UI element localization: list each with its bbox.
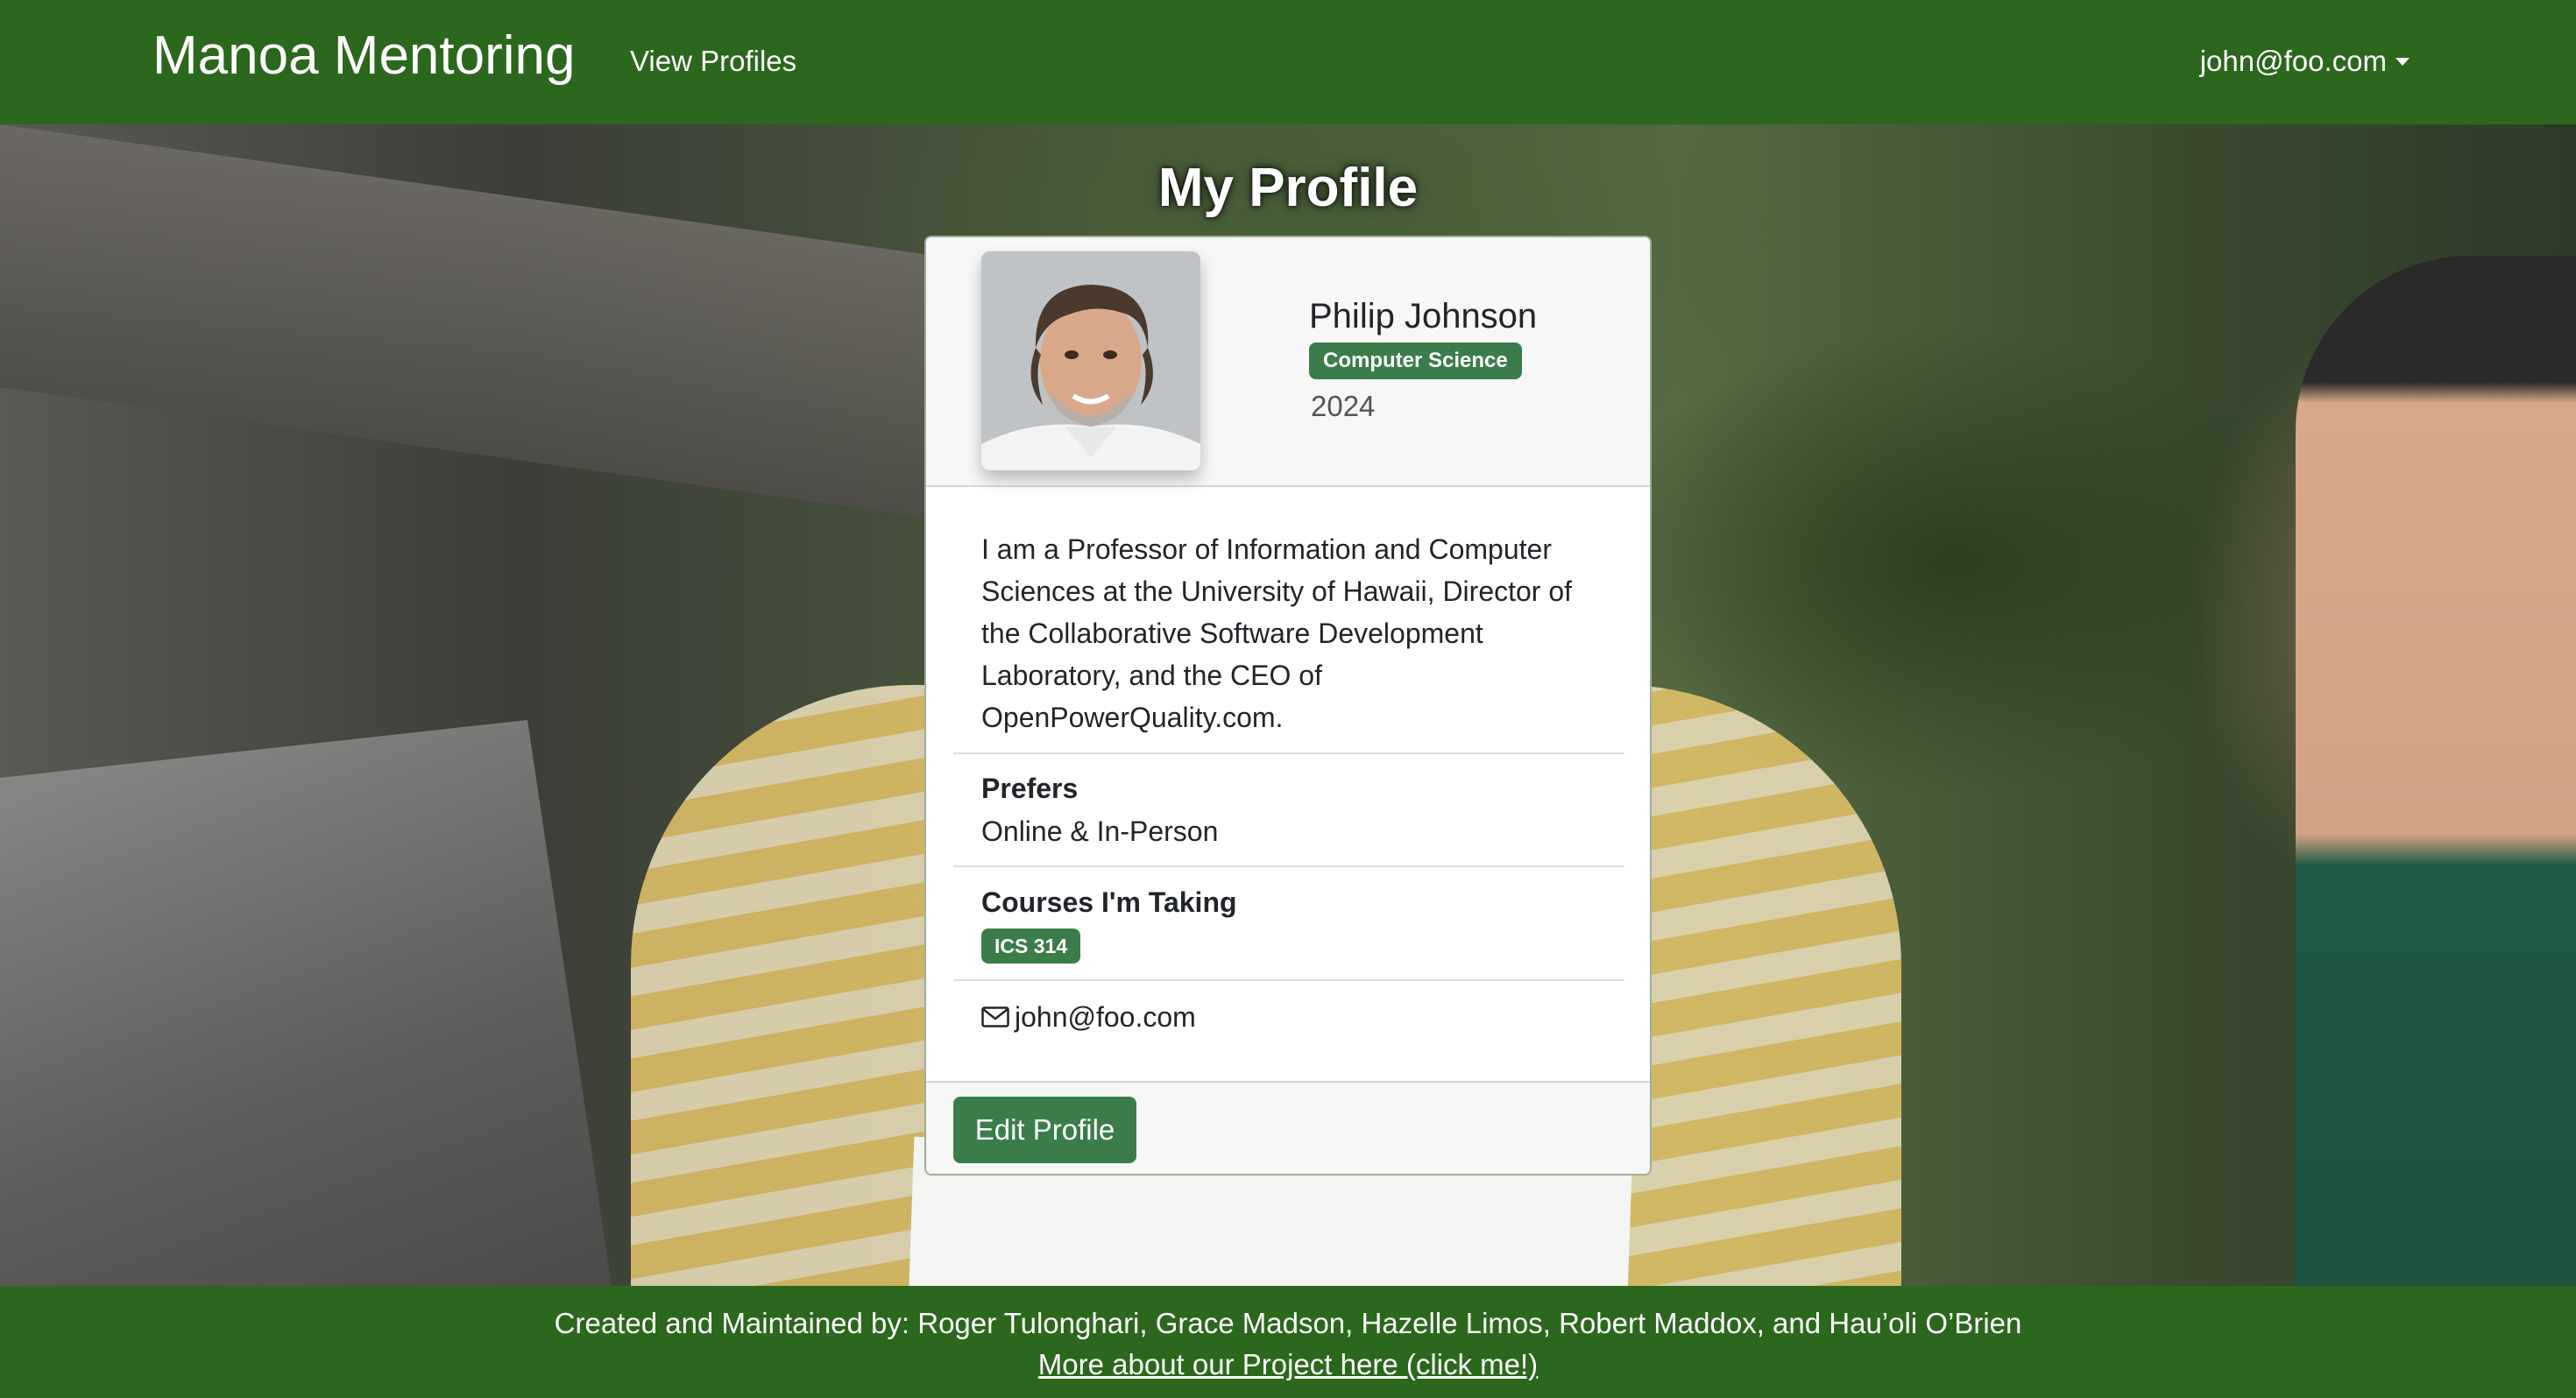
user-dropdown[interactable]: john@foo.com bbox=[2200, 42, 2410, 81]
background-laptop bbox=[0, 720, 613, 1286]
profile-email: john@foo.com bbox=[1015, 1001, 1196, 1033]
background-student-right bbox=[2296, 256, 2576, 1286]
profile-card: Philip Johnson Computer Science 2024 I a… bbox=[924, 236, 1652, 1176]
footer-credits: Created and Maintained by: Roger Tulongh… bbox=[554, 1307, 2022, 1339]
prefers-label: Prefers bbox=[981, 773, 1079, 804]
footer-project-link[interactable]: More about our Project here (click me!) bbox=[0, 1345, 2576, 1385]
caret-down-icon bbox=[2396, 57, 2410, 66]
edit-profile-button[interactable]: Edit Profile bbox=[953, 1097, 1136, 1163]
brand-link[interactable]: Manoa Mentoring bbox=[152, 23, 576, 89]
navbar: Manoa Mentoring View Profiles john@foo.c… bbox=[0, 0, 2576, 124]
email-row: john@foo.com bbox=[981, 998, 1196, 1036]
divider bbox=[953, 752, 1624, 754]
footer: Created and Maintained by: Roger Tulongh… bbox=[0, 1286, 2576, 1398]
user-email: john@foo.com bbox=[2199, 45, 2387, 77]
divider bbox=[953, 865, 1624, 867]
department-badge: Computer Science bbox=[1309, 342, 1522, 379]
prefers-value: Online & In-Person bbox=[981, 816, 1219, 847]
courses-label: Courses I'm Taking bbox=[981, 886, 1237, 918]
profile-year: 2024 bbox=[1311, 390, 1376, 422]
profile-card-footer: Edit Profile bbox=[926, 1081, 1650, 1174]
divider bbox=[953, 979, 1624, 981]
course-badge: ICS 314 bbox=[981, 928, 1081, 964]
avatar-image bbox=[981, 251, 1200, 470]
page-title: My Profile bbox=[1157, 158, 1419, 218]
envelope-icon bbox=[981, 1006, 1009, 1027]
profile-card-header: Philip Johnson Computer Science 2024 bbox=[926, 237, 1650, 487]
profile-name: Philip Johnson bbox=[1309, 297, 1538, 335]
avatar bbox=[981, 251, 1200, 470]
nav-link-view-profiles[interactable]: View Profiles bbox=[630, 42, 796, 81]
profile-bio: I am a Professor of Information and Comp… bbox=[981, 533, 1573, 733]
